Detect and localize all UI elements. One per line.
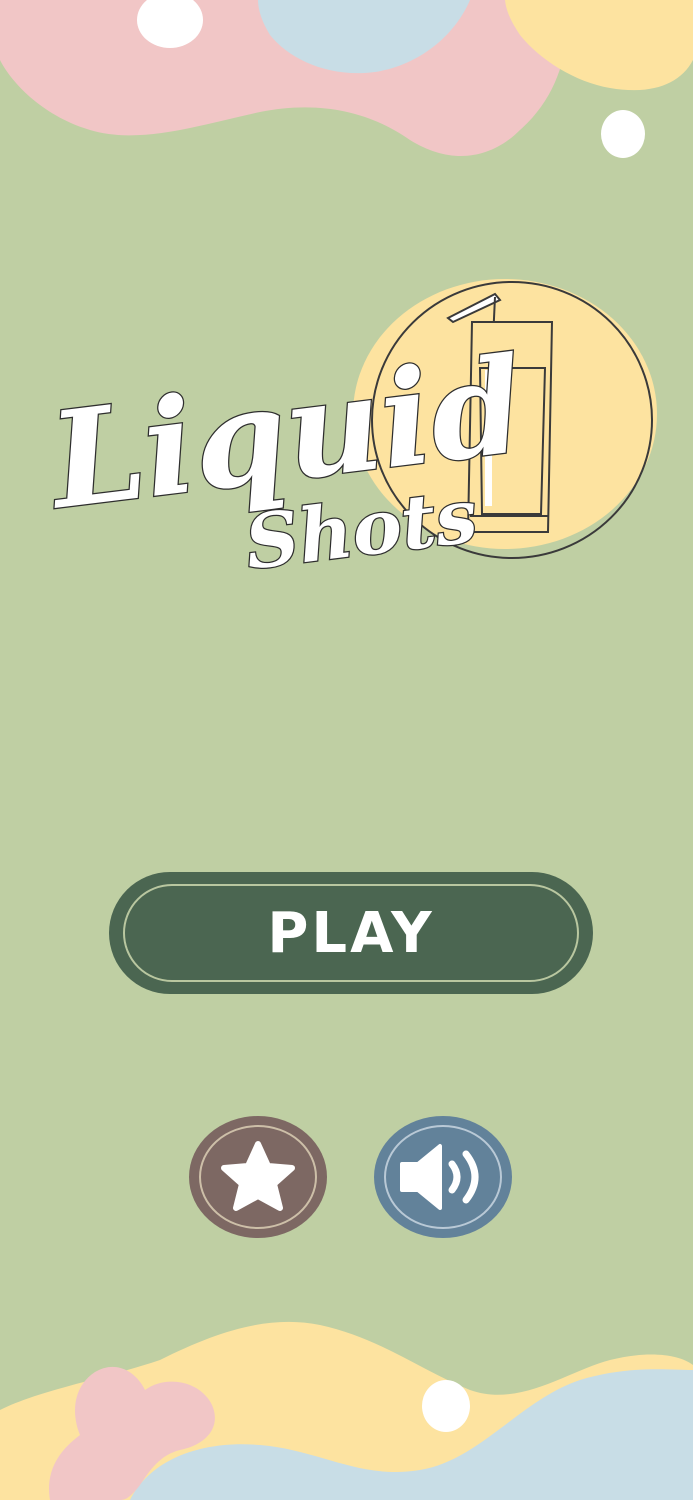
rate-button[interactable]	[189, 1116, 327, 1238]
bottom-decoration	[0, 1321, 693, 1500]
top-decoration	[0, 0, 693, 158]
speaker-sound-on-icon	[400, 1144, 479, 1210]
sound-button[interactable]	[374, 1116, 512, 1238]
game-logo: Liquid Shots	[40, 279, 657, 580]
play-button-label: PLAY	[267, 900, 435, 966]
white-dot	[422, 1380, 470, 1432]
star-icon	[221, 1141, 295, 1211]
white-dot	[601, 110, 645, 158]
play-button[interactable]: PLAY	[109, 872, 593, 994]
